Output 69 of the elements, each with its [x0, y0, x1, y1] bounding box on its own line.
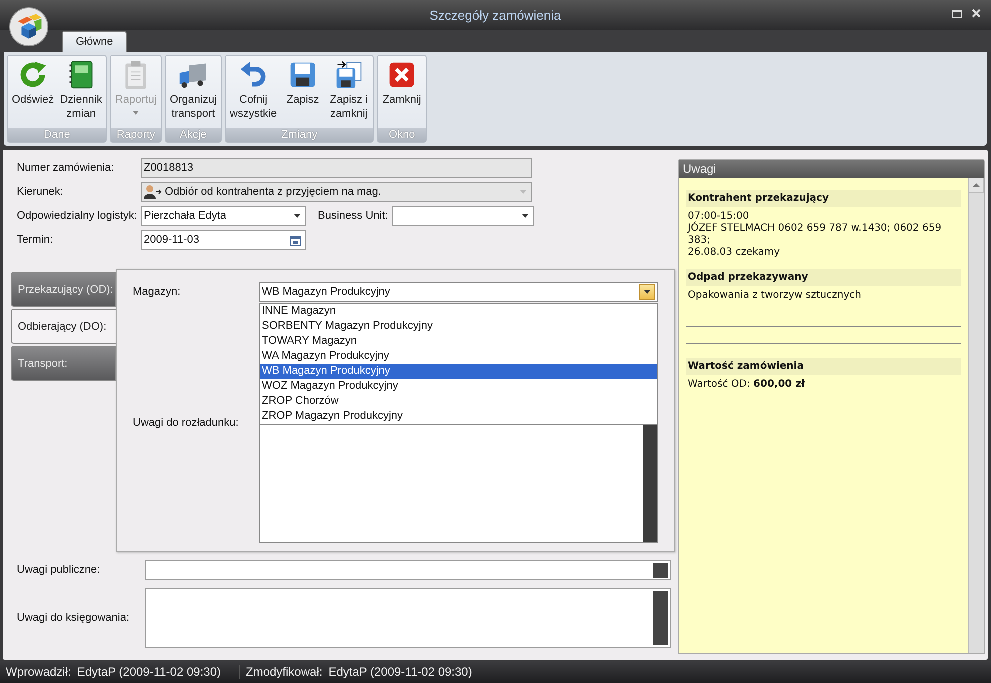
status-label: Wprowadził:	[6, 665, 72, 679]
order-number-field[interactable]: Z0018813	[141, 158, 532, 178]
ribbon-button[interactable]: Organizuj transport	[166, 58, 220, 126]
accounting-notes-field[interactable]	[145, 588, 671, 648]
refresh-icon	[18, 60, 48, 90]
group-label: Raporty	[111, 128, 161, 142]
dropdown-option[interactable]: ZROP Magazyn Produkcyjny	[260, 409, 657, 424]
date-field[interactable]: 2009-11-03	[141, 230, 306, 250]
dropdown-arrow-icon	[522, 214, 529, 218]
dropdown-button[interactable]	[639, 284, 655, 300]
field-label: Business Unit:	[318, 210, 390, 222]
field-label: Termin:	[16, 234, 54, 246]
section-heading: Wartość zamówienia	[686, 358, 961, 375]
field-label: Magazyn:	[133, 286, 182, 298]
ribbon-button[interactable]: Zapisz i zamknij	[326, 58, 372, 126]
ribbon-button[interactable]: Odśwież	[9, 58, 58, 126]
dropdown-option[interactable]: TOWARY Magazyn	[260, 334, 657, 349]
ribbon-button[interactable]: Zamknij	[379, 58, 426, 126]
note-text: 07:00-15:00	[688, 211, 750, 222]
public-notes-field[interactable]	[145, 560, 671, 580]
ribbon-button[interactable]: Zapisz	[280, 58, 326, 126]
section-heading: Odpad przekazywany	[686, 269, 961, 286]
group-label: Zmiany	[226, 128, 374, 142]
business-unit-dropdown[interactable]	[392, 206, 534, 226]
field-label: Uwagi do rozładunku:	[133, 417, 240, 429]
section-heading: Kontrahent przekazujący	[686, 190, 961, 207]
side-tab[interactable]: Odbierający (DO):	[11, 309, 116, 344]
person-arrow-icon	[144, 185, 162, 199]
scroll-up-icon[interactable]	[969, 178, 984, 193]
field-label: Numer zamówienia:	[16, 162, 116, 174]
status-label: Zmodyfikował:	[246, 665, 323, 679]
status-value: EdytaP (2009-11-02 09:30)	[77, 665, 222, 679]
note-text: Wartość OD: 600,00 zł	[688, 379, 806, 391]
status-value: EdytaP (2009-11-02 09:30)	[328, 665, 472, 679]
dropdown-option[interactable]: ZROP Chorzów	[260, 394, 657, 409]
window-title: Szczegóły zamówienia	[430, 8, 562, 22]
group-label: Akcje	[166, 128, 222, 142]
ellipsis-button[interactable]	[653, 562, 668, 578]
dropdown-arrow-icon	[520, 190, 527, 194]
side-tab[interactable]: Przekazujący (OD):	[11, 272, 116, 307]
field-label: Uwagi do księgowania:	[16, 612, 131, 624]
dropdown-option[interactable]: SORBENTY Magazyn Produkcyjny	[260, 319, 657, 334]
restore-icon[interactable]	[952, 9, 962, 18]
ribbon-button[interactable]: Cofnij wszystkie	[227, 58, 280, 126]
warehouse-dropdown[interactable]: WB Magazyn Produkcyjny	[259, 282, 658, 302]
group-label: Okno	[378, 128, 426, 142]
scrollbar[interactable]	[968, 178, 984, 653]
dropdown-arrow-icon	[644, 290, 650, 294]
calendar-icon[interactable]	[290, 234, 301, 246]
note-text: Opakowania z tworzyw sztucznych	[688, 290, 862, 302]
field-label: Odpowiedzialny logistyk:	[16, 210, 138, 222]
group-label: Dane	[8, 128, 106, 142]
dropdown-option[interactable]: INNE Magazyn	[260, 304, 657, 319]
close-icon[interactable]	[972, 9, 981, 18]
ribbon-button[interactable]: Dziennik zmian	[57, 58, 106, 126]
floppy-disk-stack-icon	[334, 60, 364, 90]
field-label: Uwagi publiczne:	[16, 564, 102, 576]
ribbon-tab[interactable]: Główne	[62, 31, 128, 52]
note-text: 26.08.03 czekamy	[688, 247, 782, 259]
logistician-dropdown[interactable]: Pierzchała Edyta	[141, 206, 306, 226]
field-label: Kierunek:	[16, 186, 64, 198]
dropdown-option[interactable]: WA Magazyn Produkcyjny	[260, 349, 657, 364]
panel-header: Uwagi	[679, 160, 984, 178]
scrollbar[interactable]	[653, 591, 668, 645]
side-tab[interactable]: Transport:	[11, 346, 116, 381]
dropdown-option[interactable]: WOZ Magazyn Produkcyjny	[260, 379, 657, 394]
note-text: JÓZEF STELMACH 0602 659 787 w.1430; 0602 659 383;	[688, 223, 943, 247]
dropdown-option[interactable]: WB Magazyn Produkcyjny	[260, 364, 657, 379]
dropdown-arrow-icon	[294, 214, 301, 218]
